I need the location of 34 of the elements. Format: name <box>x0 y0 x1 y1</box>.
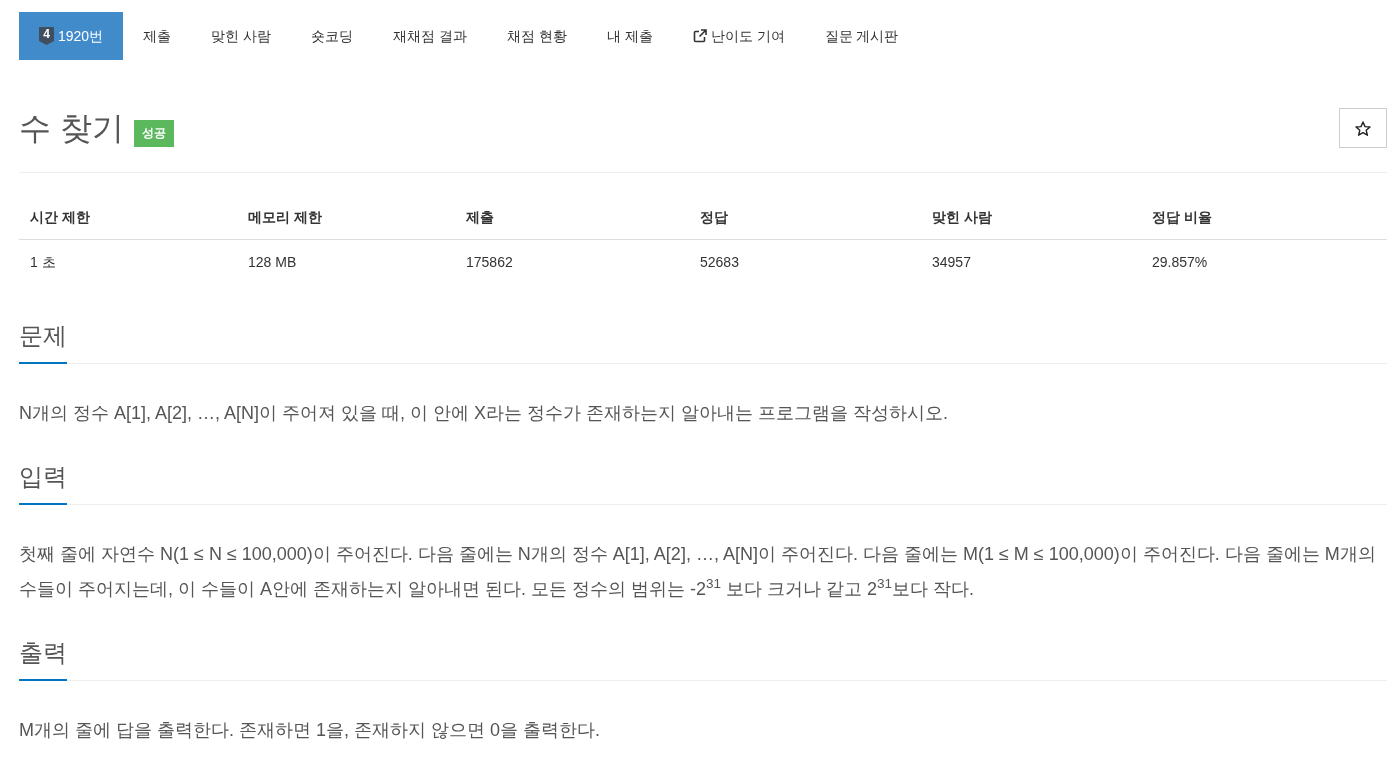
section-heading: 출력 <box>19 637 67 681</box>
table-cell-text: 29.857% <box>1151 253 1209 272</box>
section-heading: 문제 <box>19 320 67 364</box>
tier-badge: 4 <box>39 27 54 45</box>
status-label: 성공 <box>133 120 174 147</box>
nav-tab[interactable]: 4 1920번 <box>19 12 124 60</box>
table-cell-text: 1 초 <box>29 253 57 272</box>
column-header: 정답 비율 <box>1151 208 1213 227</box>
nav-tab[interactable]: 질문 게시판 <box>804 12 919 60</box>
table-cell-text: 52683 <box>699 253 740 272</box>
nav-tab[interactable]: 난이도 기여 <box>672 12 805 60</box>
table-cell-text: 175862 <box>465 253 514 272</box>
table-cell-text: 34957 <box>931 253 972 272</box>
column-header: 메모리 제한 <box>247 208 323 227</box>
column-header: 맞힌 사람 <box>931 208 993 227</box>
nav-tab[interactable]: 채점 현황 <box>486 12 587 60</box>
nav-tab[interactable]: 제출 <box>123 12 192 60</box>
nav-tab[interactable]: 맞힌 사람 <box>191 12 292 60</box>
column-header: 시간 제한 <box>29 208 91 227</box>
section-heading: 입력 <box>19 461 67 505</box>
nav-tab[interactable]: 내 제출 <box>586 12 673 60</box>
paragraph: M개의 줄에 답을 출력한다. 존재하면 1을, 존재하지 않으면 0을 출력한다. <box>19 719 602 742</box>
table-cell-text: 128 MB <box>247 253 298 272</box>
column-header: 제출 <box>465 208 495 227</box>
tab-label: 난이도 기여 <box>710 26 785 46</box>
paragraph: 첫째 줄에 자연수 N(1 ≤ N ≤ 100,000)이 주어진다. 다음 줄에는 N개의 정수 A[1], A[2], …, A[N]이 주어진다. 다음 줄에는 M(1 ≤ M ≤ 100,000)이 주어진다. 다음 줄에는 M개의 수들이 주어지는데, 이 수들이 A안에 존재하는지 알아내면 된다. 모든 정수의 범위는 -2$^{31}$ 보다 크거나 같고 2$^{31}$보다 작다. <box>19 543 1377 601</box>
nav-tab[interactable]: 재채점 결과 <box>373 12 487 60</box>
tab-label: 1920번 <box>58 26 104 46</box>
favorite-button[interactable] <box>1339 108 1387 148</box>
paragraph: N개의 정수 A[1], A[2], …, A[N]이 주어져 있을 때, 이 안에 X라는 정수가 존재하는지 알아내는 프로그램을 작성하시오. <box>19 402 950 425</box>
column-header: 정답 <box>699 208 729 227</box>
star-icon <box>1355 120 1371 136</box>
problem-title: 수 찾기 <box>19 109 124 148</box>
nav-tab[interactable]: 숏코딩 <box>291 12 374 60</box>
